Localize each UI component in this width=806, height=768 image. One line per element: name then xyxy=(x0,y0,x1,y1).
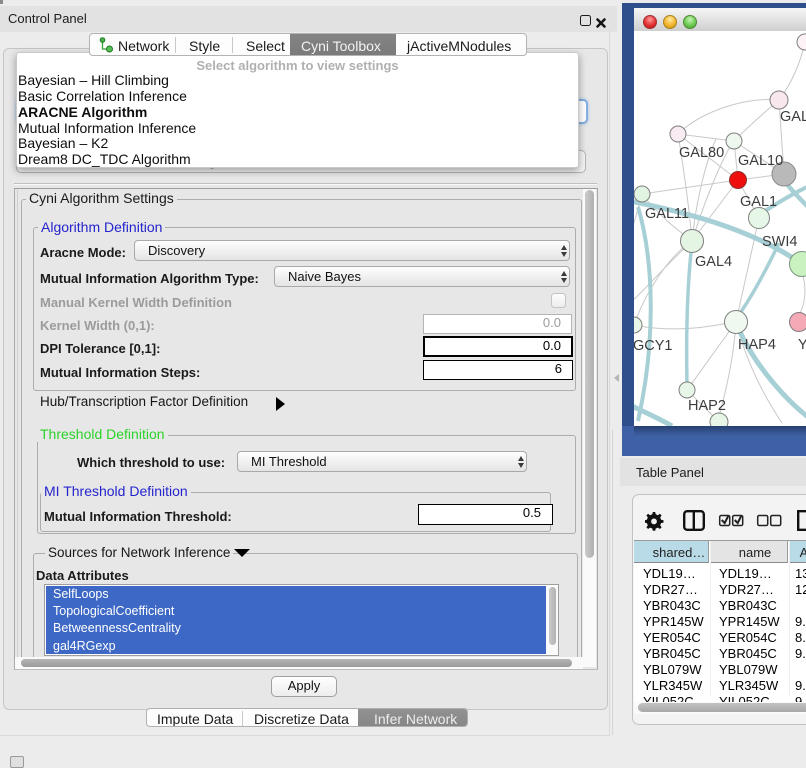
svg-text:HAP2: HAP2 xyxy=(688,398,726,414)
svg-text:GAL11: GAL11 xyxy=(645,206,689,222)
svg-text:GAL1: GAL1 xyxy=(740,194,777,210)
svg-text:GAL: GAL xyxy=(780,109,806,125)
svg-text:Y: Y xyxy=(798,337,806,353)
svg-text:HAP4: HAP4 xyxy=(738,337,776,353)
svg-text:GAL10: GAL10 xyxy=(738,153,783,169)
svg-text:GAL4: GAL4 xyxy=(695,254,732,270)
svg-text:GAL80: GAL80 xyxy=(679,145,724,161)
svg-text:GCY1: GCY1 xyxy=(634,338,673,354)
svg-text:SWI4: SWI4 xyxy=(762,234,797,250)
